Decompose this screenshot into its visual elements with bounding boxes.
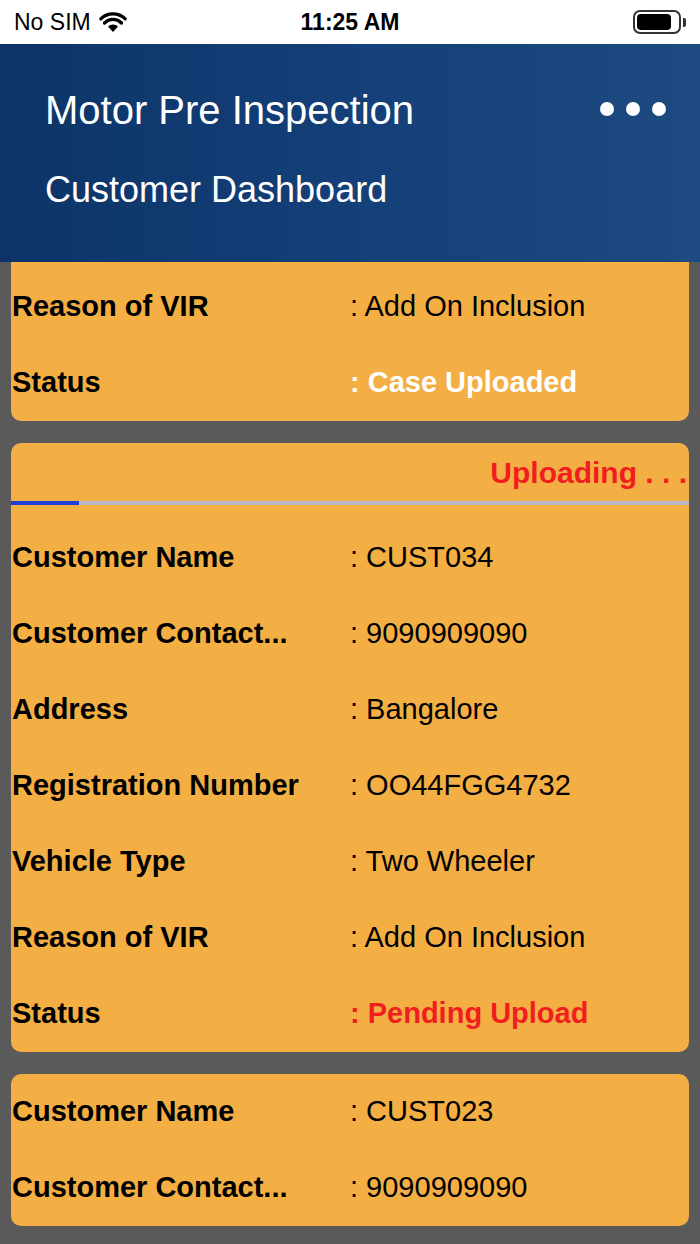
upload-label: Uploading . . . <box>490 450 687 495</box>
field-label: Reason of VIR <box>12 916 350 960</box>
field-row: Status: Pending Upload <box>11 976 689 1052</box>
case-card[interactable]: Customer Name: CUST023Customer Contact..… <box>11 1074 689 1226</box>
field-label: Customer Contact... <box>12 1166 350 1210</box>
field-value: : CUST023 <box>350 1090 493 1134</box>
spacer <box>11 505 689 520</box>
field-value: : 9090909090 <box>350 1166 527 1210</box>
field-row: Reason of VIR: Add On Inclusion <box>11 269 689 345</box>
field-label: Status <box>12 992 350 1036</box>
clock: 11:25 AM <box>301 5 400 40</box>
battery-icon <box>633 10 686 34</box>
more-options-icon[interactable] <box>598 99 668 119</box>
carrier: No SIM <box>14 5 91 40</box>
upload-progress-track <box>11 501 689 505</box>
field-label: Registration Number <box>12 764 350 808</box>
field-row: Address: Bangalore <box>11 672 689 748</box>
app-header: Motor Pre Inspection Customer Dashboard <box>0 44 700 262</box>
field-value: : Pending Upload <box>350 992 588 1036</box>
field-row: Reason of VIR: Add On Inclusion <box>11 900 689 976</box>
field-label: Address <box>12 688 350 732</box>
field-value: : Bangalore <box>350 688 498 732</box>
field-row: Customer Name: CUST023 <box>11 1074 689 1150</box>
field-value: : Two Wheeler <box>350 840 535 884</box>
field-label: Customer Name <box>12 536 350 580</box>
field-value: : Add On Inclusion <box>350 285 585 329</box>
field-value: : Case Uploaded <box>350 361 577 405</box>
case-card[interactable]: Uploading . . .Customer Name: CUST034Cus… <box>11 443 689 1052</box>
field-row: Customer Contact...: 9090909090 <box>11 1150 689 1226</box>
field-label: Reason of VIR <box>12 285 350 329</box>
field-row: Status: Case Uploaded <box>11 345 689 421</box>
field-row: Registration Number: OO44FGG4732 <box>11 748 689 824</box>
field-value: : CUST034 <box>350 536 493 580</box>
field-label: Customer Contact... <box>12 612 350 656</box>
field-value: : Add On Inclusion <box>350 916 585 960</box>
field-value: : OO44FGG4732 <box>350 764 571 808</box>
field-row: Customer Name: CUST034 <box>11 520 689 596</box>
upload-progress-fill <box>11 501 79 505</box>
case-list: Reason of VIR: Add On InclusionStatus: C… <box>0 262 700 1244</box>
field-label: Vehicle Type <box>12 840 350 884</box>
status-bar: No SIM 11:25 AM <box>0 0 700 44</box>
page-subtitle: Customer Dashboard <box>45 168 700 212</box>
field-row: Vehicle Type: Two Wheeler <box>11 824 689 900</box>
field-row: Customer Contact...: 9090909090 <box>11 596 689 672</box>
upload-status: Uploading . . . <box>11 443 689 501</box>
field-label: Status <box>12 361 350 405</box>
battery-fill <box>637 14 671 30</box>
field-label: Customer Name <box>12 1090 350 1134</box>
field-value: : 9090909090 <box>350 612 527 656</box>
wifi-icon <box>99 11 127 33</box>
case-card[interactable]: Reason of VIR: Add On InclusionStatus: C… <box>11 262 689 421</box>
